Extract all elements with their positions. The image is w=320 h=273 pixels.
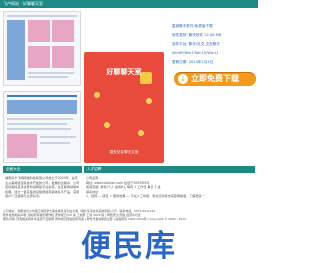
section-title: 全面大全	[6, 167, 21, 171]
screenshot-sidebar	[7, 20, 25, 80]
info-line[interactable]: 直销聊天软件/免费版下载	[172, 22, 256, 31]
coin-icon	[138, 130, 144, 136]
app-screenshot-1[interactable]	[3, 11, 81, 86]
section-title: 人才招聘	[87, 167, 102, 171]
promo-brand: 好聊聊天室	[106, 68, 142, 76]
info-line: WinXP/Win7/Win10/Win11	[172, 51, 219, 55]
coin-icon	[146, 98, 152, 104]
coin-icon	[94, 92, 100, 98]
page-title: 飞卢网站 - 好聊聊天室	[3, 1, 43, 6]
promo-banner[interactable]: 好聊聊天室 直处交友聊天文室	[84, 52, 164, 163]
screenshot-row	[7, 15, 77, 17]
screenshot-image	[52, 46, 74, 68]
promo-subtitle: 直处交友聊天文室	[109, 150, 139, 154]
info-line: 软件平台: 聊天/社交 交友聊天	[172, 42, 220, 46]
screenshot-row	[28, 72, 74, 74]
footer-line: 服务声明: 所有相关软件均来源于互联网 著作权归原版权所有者 | 软件开发者承担…	[3, 217, 186, 222]
intro-text: 湖南好宁飞网网络科技有限公司成立于2009年，是专业从事网络互联技术开发的公司。…	[5, 176, 80, 199]
screenshot-row	[7, 118, 73, 120]
screenshot-row	[7, 128, 71, 130]
info-line: 软件类别: 聊天软件 22.06 MB	[172, 33, 222, 37]
screenshot-row	[40, 142, 70, 144]
download-label: 立即免费下载	[191, 74, 239, 83]
screenshot-row	[28, 76, 68, 78]
download-button[interactable]: ↓ 立即免费下载	[174, 72, 256, 86]
info-line: 更新日期: 2024年1月1日	[172, 60, 214, 64]
screenshot-image	[52, 20, 74, 42]
site-logo[interactable]: 便民库	[0, 227, 258, 267]
screenshot-banner	[7, 100, 77, 114]
footer-notes: 公司地址：湖南省长沙市湘江新区学士路中路某某创业大厦（湖北某某信息系统有限公司）…	[3, 209, 255, 222]
screenshot-image	[28, 20, 50, 42]
screenshot-row	[40, 136, 76, 138]
app-screenshot-2[interactable]	[3, 91, 81, 163]
screenshot-row	[7, 95, 77, 97]
app-info-panel: 直销聊天软件/免费版下载 软件类别: 聊天软件 22.06 MB 软件平台: 聊…	[172, 22, 256, 67]
coin-icon	[104, 122, 110, 128]
screenshot-row	[7, 123, 67, 125]
section-bar-details: 人才招聘	[84, 166, 255, 173]
screenshot-image	[7, 134, 37, 158]
top-header-bar: 飞卢网站 - 好聊聊天室	[0, 0, 258, 8]
download-icon: ↓	[178, 74, 188, 84]
section-bar-intro: 全面大全	[3, 166, 82, 173]
details-panel: 公司名称： 网址: www.hsdshen.com 估值于2009年9月 使用范…	[86, 176, 254, 199]
detail-line: 1、经营 — 项目 ✓ 服务效果 — 不在人工导者，考虑日用考志来源网络版，了解…	[86, 194, 205, 199]
screenshot-image	[28, 46, 50, 68]
